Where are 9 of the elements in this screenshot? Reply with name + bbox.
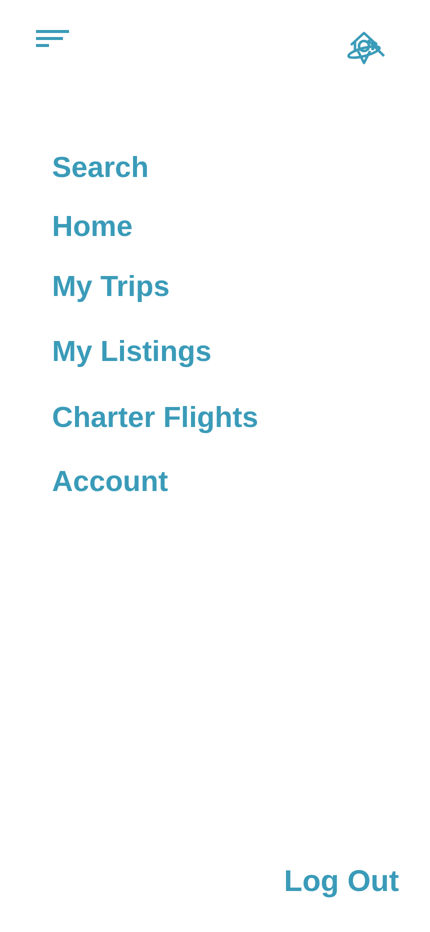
logo-icon xyxy=(346,30,386,66)
menu-item[interactable]: My Trips xyxy=(52,267,170,307)
menu-item[interactable]: Account xyxy=(52,462,168,502)
menu-icon[interactable] xyxy=(36,30,69,47)
log-out-link[interactable]: Log Out xyxy=(284,862,399,902)
menu-item[interactable]: My Listings xyxy=(52,332,212,372)
menu-item[interactable]: Search xyxy=(52,148,149,188)
menu-item[interactable]: Home xyxy=(52,207,133,247)
menu-item[interactable]: Charter Flights xyxy=(52,398,258,438)
